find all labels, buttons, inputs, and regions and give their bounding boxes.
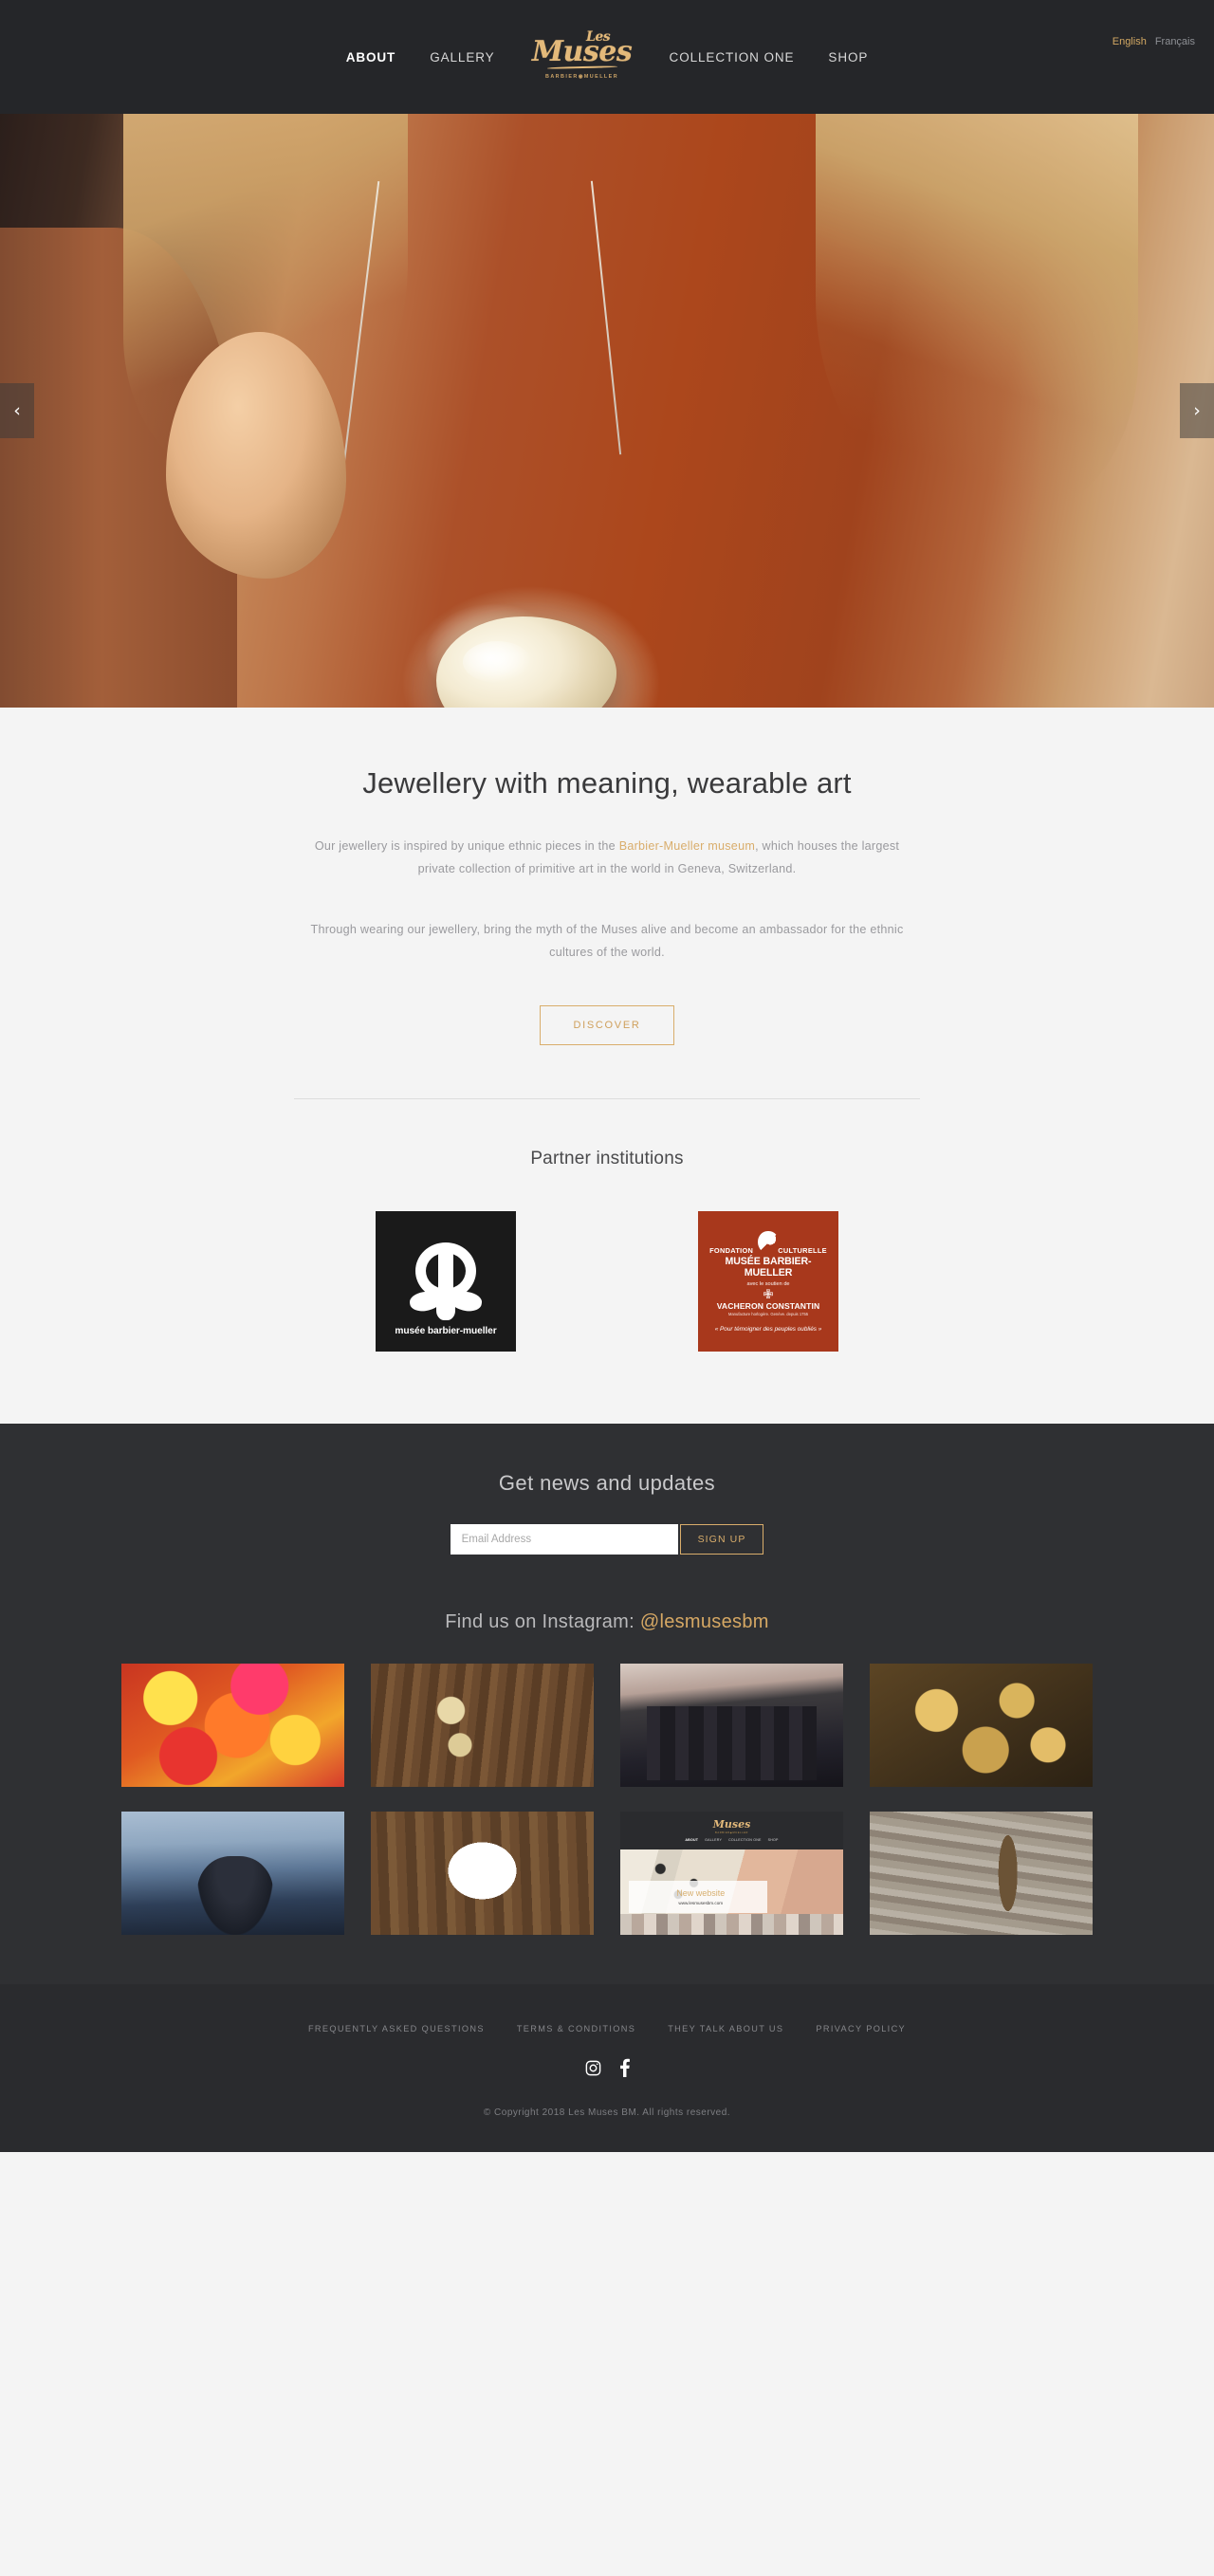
facebook-icon[interactable]	[619, 2058, 631, 2078]
page-title: Jewellery with meaning, wearable art	[362, 766, 852, 800]
intro-paragraph-1: Our jewellery is inspired by unique ethn…	[304, 835, 910, 880]
section-divider	[294, 1098, 920, 1100]
new-website-tile-logo: Muses	[712, 1818, 751, 1831]
footer-links: FREQUENTLY ASKED QUESTIONS TERMS & CONDI…	[0, 2024, 1214, 2033]
instagram-tile-coloured-pigment-powders[interactable]	[121, 1664, 344, 1788]
musee-barbier-mueller-mark-icon	[408, 1242, 484, 1321]
nav-item-shop[interactable]: SHOP	[811, 50, 885, 64]
instagram-grid: Muses BARBIER◉MUELLER ABOUT GALLERY COLL…	[121, 1664, 1093, 1936]
nav-item-collection-one[interactable]: COLLECTION ONE	[653, 50, 812, 64]
email-input[interactable]	[450, 1524, 678, 1555]
intro-p1-before: Our jewellery is inspired by unique ethn…	[314, 838, 619, 853]
footer-link-terms-conditions[interactable]: TERMS & CONDITIONS	[517, 2024, 635, 2033]
footer-link-they-talk-about-us[interactable]: THEY TALK ABOUT US	[668, 2024, 783, 2033]
fondation-word-fondation: FONDATION	[709, 1245, 754, 1255]
fondation-line-2: MUSÉE BARBIER-MUELLER	[725, 1255, 812, 1279]
newsletter-heading: Get news and updates	[498, 1471, 716, 1496]
site-footer: FREQUENTLY ASKED QUESTIONS TERMS & CONDI…	[0, 1984, 1214, 2153]
fondation-line-6: « Pour témoigner des peuples oubliés »	[714, 1325, 822, 1333]
new-website-tile-logo-sub: BARBIER◉MUELLER	[715, 1831, 748, 1835]
logo-wordmark: Les Muses	[532, 30, 633, 66]
language-option-english[interactable]: English	[1113, 36, 1147, 47]
footer-link-privacy-policy[interactable]: PRIVACY POLICY	[816, 2024, 906, 2033]
musee-barbier-mueller-caption: musée barbier-mueller	[395, 1326, 497, 1337]
partner-logo-fondation-culturelle[interactable]: FONDATION CULTURELLE MUSÉE BARBIER-MUELLE…	[698, 1211, 838, 1352]
maltese-cross-icon: ✙	[763, 1286, 774, 1301]
social-links	[0, 2058, 1214, 2078]
fondation-line-4: VACHERON CONSTANTIN	[716, 1300, 820, 1311]
new-website-nav-shop: SHOP	[767, 1838, 779, 1843]
instagram-tile-white-heart-pendant[interactable]	[371, 1812, 594, 1936]
hero-next-arrow[interactable]: ›	[1180, 383, 1214, 438]
fondation-mask-icon	[758, 1230, 779, 1254]
site-logo[interactable]: Les Muses BARBIER◉MUELLER	[525, 30, 639, 79]
footer-link-faq[interactable]: FREQUENTLY ASKED QUESTIONS	[308, 2024, 485, 2033]
new-website-tile-header: Muses BARBIER◉MUELLER ABOUT GALLERY COLL…	[620, 1812, 843, 1850]
new-website-tile-banner: New website www.lesmusesbm.com	[629, 1881, 768, 1913]
fondation-line-3: avec le soutien de	[746, 1280, 790, 1287]
language-option-francais[interactable]: Français	[1155, 36, 1195, 47]
instagram-tile-group-photo-event[interactable]	[620, 1664, 843, 1788]
copyright-text: © Copyright 2018 Les Muses BM. All right…	[483, 2107, 731, 2119]
hero-hair-right	[816, 114, 1138, 522]
hero-pendant	[436, 616, 616, 708]
nav-item-gallery[interactable]: GALLERY	[413, 50, 511, 64]
new-website-banner-title: New website	[676, 1887, 726, 1898]
partners-logo-row: musée barbier-mueller FONDATION CULTURELL…	[0, 1211, 1214, 1424]
hero-necklace-chain-right	[590, 180, 622, 455]
fondation-word-culturelle: CULTURELLE	[778, 1245, 827, 1255]
instagram-tile-gold-pendants-on-wood[interactable]	[371, 1664, 594, 1788]
intro-paragraph-2: Through wearing our jewellery, bring the…	[310, 923, 904, 960]
hero-slider: ‹ ›	[0, 114, 1214, 708]
discover-button[interactable]: DISCOVER	[540, 1005, 674, 1046]
instagram-tile-gold-jewellery-collection[interactable]	[870, 1664, 1093, 1788]
new-website-nav-about: ABOUT	[685, 1838, 699, 1843]
language-selector: English Français	[1113, 36, 1195, 47]
site-header: ABOUT GALLERY Les Muses BARBIER◉MUELLER …	[0, 0, 1214, 114]
logo-word-muses: Muses	[531, 35, 633, 69]
new-website-tile-nav: ABOUT GALLERY COLLECTION ONE SHOP	[685, 1838, 778, 1842]
nav-item-about[interactable]: ABOUT	[329, 50, 414, 64]
new-website-banner-url: www.lesmusesbm.com	[678, 1900, 724, 1905]
partners-title: Partner institutions	[530, 1149, 684, 1169]
instagram-icon[interactable]	[584, 2059, 602, 2077]
partner-logo-musee-barbier-mueller[interactable]: musée barbier-mueller	[376, 1211, 516, 1352]
hero-prev-arrow[interactable]: ‹	[0, 383, 34, 438]
newsletter-form: SIGN UP	[0, 1524, 1214, 1555]
logo-subtitle: BARBIER◉MUELLER	[545, 73, 619, 80]
intro-section: Jewellery with meaning, wearable art Our…	[0, 708, 1214, 1425]
instagram-heading-prefix: Find us on Instagram:	[445, 1611, 640, 1633]
fondation-line-5: Manufacture horlogère. Genève. depuis 17…	[727, 1311, 809, 1316]
instagram-tile-new-website-announcement[interactable]: Muses BARBIER◉MUELLER ABOUT GALLERY COLL…	[620, 1812, 843, 1936]
new-website-tile-thumbnail-strip	[620, 1914, 843, 1936]
sign-up-button[interactable]: SIGN UP	[679, 1524, 764, 1555]
hero-image	[0, 114, 1214, 708]
barbier-mueller-museum-link[interactable]: Barbier-Mueller museum	[619, 839, 755, 853]
instagram-handle-link[interactable]: @lesmusesbm	[640, 1611, 769, 1632]
main-navigation: ABOUT GALLERY Les Muses BARBIER◉MUELLER …	[0, 0, 1214, 114]
newsletter-instagram-section: Get news and updates SIGN UP Find us on …	[0, 1424, 1214, 1985]
new-website-nav-collection-one: COLLECTION ONE	[728, 1838, 762, 1843]
instagram-heading: Find us on Instagram: @lesmusesbm	[0, 1611, 1214, 1633]
instagram-tile-woman-matterhorn-view[interactable]	[121, 1812, 344, 1936]
new-website-nav-gallery: GALLERY	[705, 1838, 723, 1843]
instagram-tile-necklace-on-driftwood[interactable]	[870, 1812, 1093, 1936]
